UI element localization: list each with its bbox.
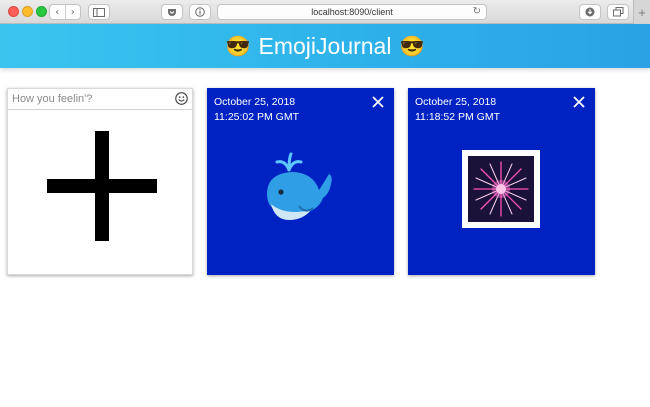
browser-toolbar: ‹ › localhost:8090/client ↻ + <box>0 0 650 24</box>
sidebar-toggle-button[interactable] <box>88 4 110 20</box>
fireworks-icon <box>468 156 534 222</box>
back-icon[interactable]: ‹ <box>50 7 65 18</box>
entry-date: October 25, 2018 <box>214 96 296 108</box>
close-icon[interactable] <box>372 96 384 108</box>
app-header: 😎 EmojiJournal 😎 <box>0 24 650 68</box>
url-text: localhost:8090/client <box>311 7 393 17</box>
history-nav: ‹ › <box>49 4 81 20</box>
reload-icon[interactable]: ↻ <box>473 6 481 17</box>
tabs-icon <box>612 7 623 17</box>
entry-date: October 25, 2018 <box>415 96 497 108</box>
close-window-button[interactable] <box>8 6 19 17</box>
journal-entry-card: October 25, 2018 11:18:52 PM GMT <box>408 88 595 275</box>
pocket-icon <box>168 8 176 16</box>
sunglasses-emoji-icon: 😎 <box>225 35 251 58</box>
entry-time: 11:25:02 PM GMT <box>214 111 300 123</box>
zoom-window-button[interactable] <box>36 6 47 17</box>
fireworks-image-frame <box>462 150 540 228</box>
downloads-button[interactable] <box>579 4 601 20</box>
forward-icon[interactable]: › <box>65 7 80 18</box>
download-icon <box>585 7 595 17</box>
entry-time: 11:18:52 PM GMT <box>415 111 501 123</box>
new-entry-card <box>7 88 193 275</box>
site-info-button[interactable] <box>189 4 211 20</box>
new-tab-button[interactable]: + <box>633 0 650 24</box>
info-icon <box>195 7 205 17</box>
minimize-window-button[interactable] <box>22 6 33 17</box>
plus-icon: + <box>638 4 646 20</box>
tab-overview-button[interactable] <box>607 4 629 20</box>
sidebar-icon <box>93 7 105 17</box>
close-icon[interactable] <box>573 96 585 108</box>
mood-input[interactable] <box>8 89 192 110</box>
app-title-text: EmojiJournal <box>258 32 392 59</box>
smiley-icon[interactable] <box>175 92 188 105</box>
pocket-button[interactable] <box>161 4 183 20</box>
app-title: 😎 EmojiJournal 😎 <box>226 33 425 60</box>
journal-entry-card: October 25, 2018 11:25:02 PM GMT <box>207 88 394 275</box>
sunglasses-emoji-icon: 😎 <box>399 35 425 58</box>
address-bar[interactable]: localhost:8090/client ↻ <box>217 4 487 20</box>
spouting-whale-icon <box>267 152 332 220</box>
add-entry-plus-icon[interactable] <box>47 131 157 241</box>
